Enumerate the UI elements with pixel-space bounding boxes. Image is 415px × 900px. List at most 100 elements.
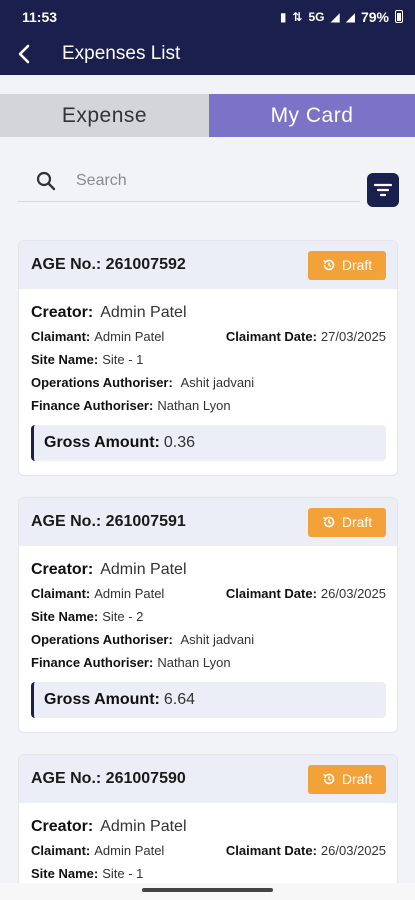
creator-row: Creator: Admin Patel	[31, 301, 386, 325]
creator-label: Creator:	[31, 818, 94, 835]
claimant-label: Claimant:	[31, 843, 91, 858]
site-label: Site Name:	[31, 866, 99, 881]
gross-amount-box: Gross Amount: 0.36	[31, 425, 386, 461]
fin-value: Nathan Lyon	[157, 655, 231, 670]
history-icon	[322, 773, 335, 785]
claimant-date-label: Claimant Date:	[225, 586, 317, 601]
claimant: Claimant: Admin Patel	[31, 329, 164, 344]
creator-value: Admin Patel	[100, 818, 187, 835]
creator-label: Creator:	[31, 304, 94, 321]
site-row: Site Name: Site - 2	[31, 605, 386, 628]
card-body: Creator: Admin Patel Claimant: Admin Patel…	[19, 546, 397, 718]
creator-value: Admin Patel	[100, 561, 187, 578]
age-label: AGE No.:	[31, 770, 102, 787]
claimant-row: Claimant: Admin Patel Claimant Date: 26/03…	[31, 582, 386, 605]
status-icons: ▮ ⇅ 5G ◢ ◢ 79%	[280, 9, 403, 25]
filter-button[interactable]	[367, 173, 399, 207]
ops-label: Operations Authoriser:	[31, 632, 173, 647]
claimant-date-value: 26/03/2025	[320, 586, 386, 601]
operations-authoriser-row: Operations Authoriser: Ashit jadvani	[31, 628, 386, 651]
tab-expense[interactable]: Expense	[0, 94, 209, 137]
age-label: AGE No.:	[31, 256, 102, 273]
battery-icon	[395, 10, 403, 23]
claimant-date: Claimant Date: 26/03/2025	[226, 843, 386, 858]
status-bar: 11:53 ▮ ⇅ 5G ◢ ◢ 79%	[0, 0, 415, 33]
draft-label: Draft	[341, 257, 373, 273]
gross-amount-box: Gross Amount: 6.64	[31, 682, 386, 718]
card-header: AGE No.: 261007591 Draft	[19, 498, 397, 546]
draft-label: Draft	[341, 771, 373, 787]
claimant-date: Claimant Date: 26/03/2025	[226, 586, 386, 601]
claimant-date-value: 26/03/2025	[320, 843, 386, 858]
expense-card[interactable]: AGE No.: 261007591 Draft Creator: Admin P…	[18, 497, 398, 733]
age-number: AGE No.: 261007592	[31, 256, 186, 274]
gross-label: Gross Amount:	[44, 434, 160, 451]
site-label: Site Name:	[31, 352, 99, 367]
claimant-label: Claimant:	[31, 586, 91, 601]
ops-label: Operations Authoriser:	[31, 375, 173, 390]
age-value: 261007591	[105, 513, 186, 530]
creator-value: Admin Patel	[100, 304, 187, 321]
card-header: AGE No.: 261007590 Draft	[19, 755, 397, 803]
signal-icon-secondary: ◢	[345, 9, 355, 24]
ops-value: Ashit jadvani	[180, 632, 255, 647]
fin-label: Finance Authoriser:	[31, 398, 154, 413]
draft-status-button[interactable]: Draft	[308, 764, 386, 794]
claimant-value: Admin Patel	[94, 843, 165, 858]
card-body: Creator: Admin Patel Claimant: Admin Patel…	[19, 289, 397, 461]
site-value: Site - 1	[102, 352, 144, 367]
age-number: AGE No.: 261007591	[31, 513, 186, 531]
ops-value: Ashit jadvani	[180, 375, 255, 390]
claimant-value: Admin Patel	[94, 586, 165, 601]
age-label: AGE No.:	[31, 513, 102, 530]
claimant-row: Claimant: Admin Patel Claimant Date: 26/03…	[31, 839, 386, 862]
creator-row: Creator: Admin Patel	[31, 558, 386, 582]
fin-value: Nathan Lyon	[157, 398, 231, 413]
page-title: Expenses List	[62, 43, 181, 64]
network-type-label: 5G	[308, 9, 325, 24]
search-input[interactable]	[76, 171, 326, 190]
vibrate-icon: ▮	[279, 9, 287, 24]
expense-card[interactable]: AGE No.: 261007592 Draft Creator: Admin P…	[18, 240, 398, 476]
claimant-date: Claimant Date: 27/03/2025	[226, 329, 386, 344]
age-value: 261007590	[105, 770, 186, 787]
fin-label: Finance Authoriser:	[31, 655, 154, 670]
creator-label: Creator:	[31, 561, 94, 578]
history-icon	[322, 516, 335, 528]
claimant: Claimant: Admin Patel	[31, 586, 164, 601]
site-value: Site - 2	[102, 609, 144, 624]
claimant: Claimant: Admin Patel	[31, 843, 164, 858]
gross-value: 6.64	[163, 691, 195, 708]
expense-card[interactable]: AGE No.: 261007590 Draft Creator: Admin P…	[18, 754, 398, 900]
battery-percent: 79%	[360, 8, 389, 25]
chevron-left-icon	[18, 44, 30, 64]
gesture-nav-handle[interactable]	[142, 888, 273, 892]
signal-icon: ◢	[330, 9, 340, 24]
gross-label: Gross Amount:	[44, 691, 160, 708]
card-body: Creator: Admin Patel Claimant: Admin Patel…	[19, 803, 397, 885]
draft-status-button[interactable]: Draft	[308, 250, 386, 280]
app-bar: Expenses List	[0, 33, 415, 75]
claimant-date-label: Claimant Date:	[225, 843, 317, 858]
history-icon	[322, 259, 335, 271]
network-speed-icon: ⇅	[292, 9, 303, 24]
site-row: Site Name: Site - 1	[31, 348, 386, 371]
gross-value: 0.36	[163, 434, 195, 451]
draft-label: Draft	[341, 514, 373, 530]
claimant-date-value: 27/03/2025	[320, 329, 386, 344]
age-number: AGE No.: 261007590	[31, 770, 186, 788]
operations-authoriser-row: Operations Authoriser: Ashit jadvani	[31, 371, 386, 394]
claimant-value: Admin Patel	[94, 329, 165, 344]
search-bar	[18, 160, 360, 202]
tab-my-card[interactable]: My Card	[209, 94, 415, 137]
filter-icon	[374, 183, 392, 197]
site-value: Site - 1	[102, 866, 144, 881]
tab-bar: Expense My Card	[0, 94, 415, 137]
site-label: Site Name:	[31, 609, 99, 624]
site-row: Site Name: Site - 1	[31, 862, 386, 885]
back-button[interactable]	[0, 33, 50, 75]
claimant-row: Claimant: Admin Patel Claimant Date: 27/03…	[31, 325, 386, 348]
claimant-date-label: Claimant Date:	[225, 329, 317, 344]
draft-status-button[interactable]: Draft	[308, 507, 386, 537]
creator-row: Creator: Admin Patel	[31, 815, 386, 839]
